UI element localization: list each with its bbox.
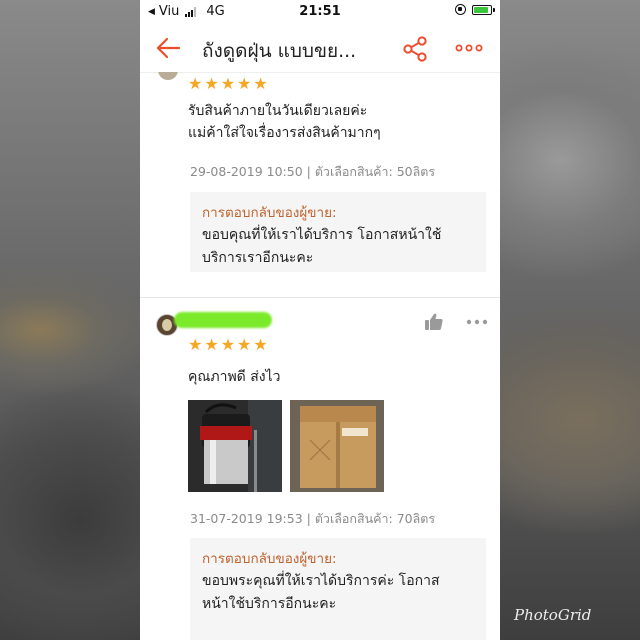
review-more-icon[interactable] xyxy=(466,318,488,326)
star-icon: ★ xyxy=(204,74,219,93)
star-icon: ★ xyxy=(237,74,252,93)
phone-screen: ◀ Viu 4G 21:51 ถังดูดฝุ่น แบบขย... ★ ★ ★… xyxy=(140,0,500,640)
star-icon: ★ xyxy=(253,335,268,354)
seller-reply: การตอบกลับของผู้ขาย: ขอบพระคุณที่ให้เราไ… xyxy=(190,538,486,640)
seller-reply-title: การตอบกลับของผู้ขาย: xyxy=(202,551,337,567)
reply-line: ขอบคุณที่ให้เราได้บริการ โอกาสหน้าใช้ xyxy=(202,227,442,243)
clock: 21:51 xyxy=(299,4,341,19)
reply-line: หน้าใช้บริการอีกนะคะ xyxy=(202,596,337,612)
star-icon: ★ xyxy=(188,74,203,93)
vacuum-cleaner-photo[interactable] xyxy=(188,400,282,492)
rating-stars: ★ ★ ★ ★ ★ xyxy=(188,337,268,353)
seller-reply-text: ขอบคุณที่ให้เราได้บริการ โอกาสหน้าใช้ บร… xyxy=(202,224,474,270)
share-icon[interactable] xyxy=(402,36,428,62)
review-date: 29-08-2019 10:50 xyxy=(190,164,303,179)
review-meta: 29-08-2019 10:50 | ตัวเลือกสินค้า: 50ลิต… xyxy=(190,162,435,182)
review-date: 31-07-2019 19:53 xyxy=(190,511,303,526)
redacted-username xyxy=(174,312,272,328)
star-icon: ★ xyxy=(253,74,268,93)
star-icon: ★ xyxy=(204,335,219,354)
star-icon: ★ xyxy=(188,335,203,354)
battery-icon xyxy=(472,4,495,15)
review-text-line: แม่ค้าใส่ใจเรื่องารส่งสินค้ามากๆ xyxy=(188,125,381,141)
rotation-lock-icon xyxy=(455,4,466,15)
status-bar: ◀ Viu 4G 21:51 xyxy=(140,0,500,24)
review-meta: 31-07-2019 19:53 | ตัวเลือกสินค้า: 70ลิต… xyxy=(190,509,435,529)
star-icon: ★ xyxy=(220,335,236,354)
more-options-icon[interactable] xyxy=(454,38,484,58)
back-arrow-icon[interactable] xyxy=(154,34,182,62)
seller-reply: การตอบกลับของผู้ขาย: ขอบคุณที่ให้เราได้บ… xyxy=(190,192,486,272)
reviewer-avatar[interactable] xyxy=(158,72,178,80)
product-variation: ตัวเลือกสินค้า: 70ลิตร xyxy=(314,511,436,526)
product-box-photo[interactable] xyxy=(290,400,384,492)
photogrid-watermark: PhotoGrid xyxy=(514,606,592,624)
review-divider xyxy=(140,297,500,298)
review-text-line: รับสินค้าภายในวันเดียวเลยค่ะ xyxy=(188,103,368,119)
reviews-list[interactable]: ★ ★ ★ ★ ★ รับสินค้าภายในวันเดียวเลยค่ะ แ… xyxy=(140,72,500,640)
star-icon: ★ xyxy=(220,74,236,93)
star-icon: ★ xyxy=(237,335,252,354)
rating-stars: ★ ★ ★ ★ ★ xyxy=(188,76,268,92)
thumbs-up-icon[interactable] xyxy=(424,312,444,332)
reply-line: บริการเราอีกนะคะ xyxy=(202,250,314,266)
meta-separator: | xyxy=(306,164,315,179)
seller-reply-text: ขอบพระคุณที่ให้เราได้บริการค่ะ โอกาส หน้… xyxy=(202,570,474,616)
product-variation: ตัวเลือกสินค้า: 50ลิตร xyxy=(314,164,436,179)
reply-line: ขอบพระคุณที่ให้เราได้บริการค่ะ โอกาส xyxy=(202,573,440,589)
seller-reply-title: การตอบกลับของผู้ขาย: xyxy=(202,205,337,221)
review-text: รับสินค้าภายในวันเดียวเลยค่ะ แม่ค้าใส่ใจ… xyxy=(188,100,488,144)
page-title: ถังดูดฝุ่น แบบขย... xyxy=(202,40,357,62)
meta-separator: | xyxy=(306,511,315,526)
app-header: ถังดูดฝุ่น แบบขย... xyxy=(140,24,500,73)
review-text: คุณภาพดี ส่งไว xyxy=(188,369,281,385)
